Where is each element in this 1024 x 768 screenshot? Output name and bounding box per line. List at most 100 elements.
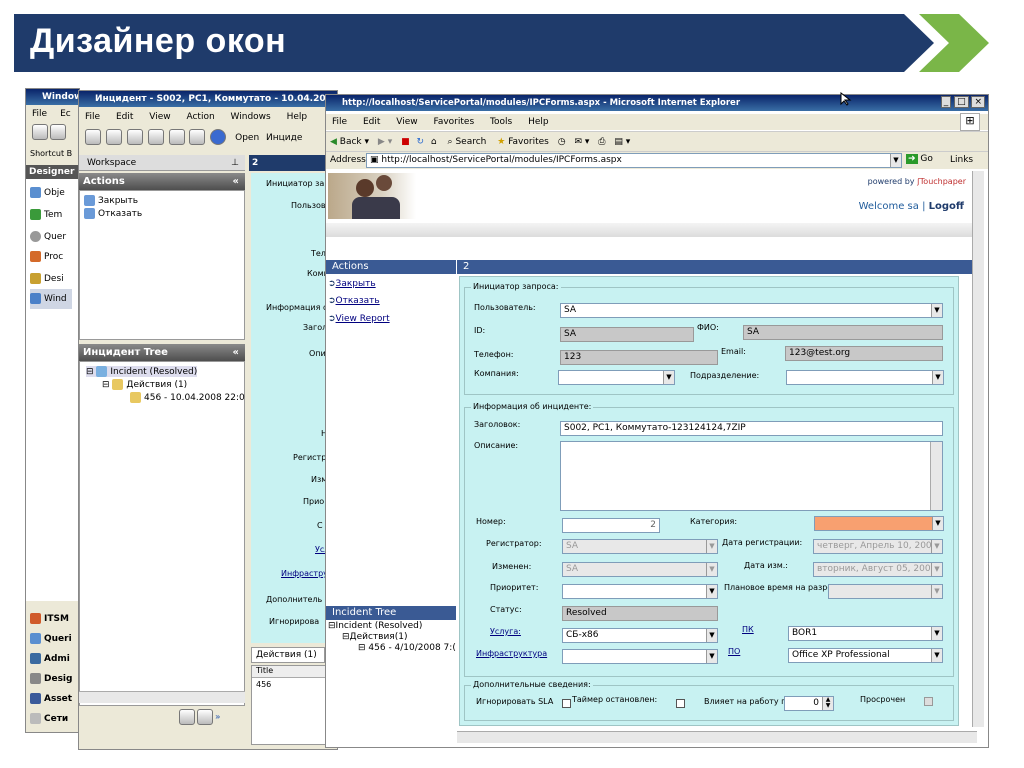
- ie-tree-action-item[interactable]: ⊟ 456 - 4/10/2008 7:(: [358, 643, 456, 653]
- edit-icon[interactable]: ▤ ▾: [614, 137, 630, 147]
- description-textarea[interactable]: [560, 441, 943, 511]
- chevron-down-icon[interactable]: ▼: [931, 304, 942, 317]
- link-infrastructure[interactable]: Инфраструктура: [476, 649, 547, 658]
- back-button[interactable]: ◀ Back ▾: [330, 137, 369, 147]
- home-icon[interactable]: [126, 129, 143, 145]
- nav-queries[interactable]: Queri: [30, 629, 72, 649]
- nav-itsm[interactable]: ITSM: [30, 609, 72, 629]
- company-select[interactable]: ▼: [558, 370, 675, 385]
- save-close-icon[interactable]: [105, 129, 122, 145]
- key-icon[interactable]: [189, 129, 206, 145]
- dept-select[interactable]: ▼: [786, 370, 944, 385]
- chevron-down-icon[interactable]: ▼: [706, 650, 717, 663]
- page-v-scrollbar[interactable]: [972, 171, 984, 727]
- chevron-down-icon[interactable]: ▼: [932, 517, 943, 530]
- menu-file[interactable]: File: [32, 109, 47, 119]
- menu-favorites[interactable]: Favorites: [433, 117, 474, 127]
- print-icon[interactable]: [147, 129, 164, 145]
- layout-icon[interactable]: [179, 709, 195, 725]
- menu-windows[interactable]: Windows: [231, 112, 271, 122]
- service-select[interactable]: СБ-x86 ▼: [562, 628, 718, 643]
- menu-edit[interactable]: Edit: [363, 117, 380, 127]
- expand-icon[interactable]: »: [215, 713, 221, 723]
- shortcut-bar[interactable]: Shortcut B: [30, 149, 72, 158]
- collapse-icon[interactable]: «: [233, 344, 239, 361]
- tree-h-scrollbar[interactable]: [79, 691, 245, 703]
- collapse-box-icon[interactable]: ⊟: [328, 621, 336, 631]
- timer-checkbox[interactable]: [676, 699, 685, 708]
- collapse-box-icon[interactable]: ⊟: [342, 632, 350, 642]
- description-scrollbar[interactable]: [930, 442, 942, 510]
- page-h-scrollbar[interactable]: [457, 731, 977, 743]
- history-icon[interactable]: ◷: [558, 137, 566, 147]
- sidebar-item-designs[interactable]: Desi: [30, 269, 72, 289]
- ie-action-report[interactable]: ➲View Report: [328, 314, 390, 324]
- menu-action[interactable]: Action: [186, 112, 214, 122]
- minimize-icon[interactable]: _: [940, 96, 952, 108]
- nav-design[interactable]: Desig: [30, 669, 72, 689]
- link-software[interactable]: ПО: [728, 647, 740, 656]
- collapse-icon[interactable]: «: [233, 173, 239, 190]
- affects-stepper[interactable]: 0 ▲ ▼: [784, 696, 834, 711]
- ie-action-close[interactable]: ➲Закрыть: [328, 279, 376, 289]
- tab-actions[interactable]: Действия (1): [251, 647, 325, 663]
- tree-node-actions[interactable]: ⊟ Действия (1): [102, 379, 187, 390]
- nav-networks[interactable]: Сети: [30, 709, 72, 729]
- favorites-button[interactable]: ★ Favorites: [497, 137, 549, 147]
- chevron-down-icon[interactable]: ▼: [932, 371, 943, 384]
- nav-admin[interactable]: Admi: [30, 649, 72, 669]
- infra-select[interactable]: ▼: [562, 649, 718, 664]
- sidebar-item-windows[interactable]: Wind: [30, 289, 72, 309]
- ie-tree-incident[interactable]: ⊟Incident (Resolved): [328, 621, 422, 631]
- collapse-box-icon[interactable]: ⊟: [86, 367, 96, 377]
- home-icon[interactable]: ⌂: [431, 137, 437, 147]
- action-reject[interactable]: Отказать: [84, 208, 142, 219]
- chevron-down-icon[interactable]: ▼: [931, 627, 942, 640]
- sidebar-item-templates[interactable]: Tem: [30, 205, 72, 225]
- subject-input[interactable]: S002, PC1, Коммутато-123124124,7ZIP: [560, 421, 943, 436]
- link-pc[interactable]: ПК: [742, 625, 754, 634]
- link-service[interactable]: Услуга:: [490, 627, 521, 636]
- tree-node-action-item[interactable]: 456 - 10.04.2008 22:0: [130, 392, 245, 403]
- ignore-sla-checkbox[interactable]: [562, 699, 571, 708]
- priority-select[interactable]: ▼: [562, 584, 718, 599]
- users-icon[interactable]: [168, 129, 185, 145]
- open-label[interactable]: Open: [235, 133, 259, 143]
- sidebar-item-objects[interactable]: Obje: [30, 183, 72, 203]
- chevron-down-icon[interactable]: ▼: [663, 371, 674, 384]
- ie-action-reject[interactable]: ➲Отказать: [328, 296, 380, 306]
- user-select[interactable]: SA ▼: [560, 303, 943, 318]
- software-select[interactable]: Office XP Professional ▼: [788, 648, 943, 663]
- save-all-icon[interactable]: [50, 124, 66, 140]
- chevron-down-icon[interactable]: ▼: [706, 629, 717, 642]
- tree-node-incident[interactable]: ⊟ Incident (Resolved): [86, 366, 198, 377]
- help-icon[interactable]: [210, 129, 227, 145]
- action-close[interactable]: Закрыть: [84, 195, 138, 206]
- menu-file[interactable]: File: [85, 112, 100, 122]
- logoff-link[interactable]: Logoff: [929, 201, 964, 212]
- address-input[interactable]: ▣ http://localhost/ServicePortal/modules…: [366, 153, 902, 168]
- settings-icon[interactable]: [197, 709, 213, 725]
- open-tab[interactable]: Инциде: [266, 133, 302, 143]
- menu-file[interactable]: File: [332, 117, 347, 127]
- links-button[interactable]: Links: [950, 155, 973, 165]
- collapse-box-icon[interactable]: ⊟: [102, 380, 112, 390]
- mail-icon[interactable]: ✉ ▾: [574, 137, 589, 147]
- chevron-down-icon[interactable]: ▼: [706, 585, 717, 598]
- save-icon[interactable]: [85, 129, 101, 145]
- stepper-arrows-icon[interactable]: ▲ ▼: [822, 697, 833, 710]
- save-icon[interactable]: [32, 124, 48, 140]
- nav-assets[interactable]: Asset: [30, 689, 72, 709]
- chevron-down-icon[interactable]: ▼: [931, 649, 942, 662]
- link-infra[interactable]: Инфрастру: [281, 569, 328, 578]
- category-select[interactable]: ▼: [814, 516, 944, 531]
- print-icon[interactable]: ⎙: [598, 137, 605, 147]
- maximize-icon[interactable]: □: [954, 96, 969, 108]
- menu-edit[interactable]: Ec: [60, 109, 71, 119]
- close-icon[interactable]: ×: [971, 96, 985, 108]
- menu-edit[interactable]: Edit: [116, 112, 133, 122]
- go-button[interactable]: ➜ Go: [906, 154, 933, 164]
- menu-view[interactable]: View: [396, 117, 417, 127]
- search-button[interactable]: ⌕ Search: [448, 137, 487, 147]
- menu-view[interactable]: View: [149, 112, 170, 122]
